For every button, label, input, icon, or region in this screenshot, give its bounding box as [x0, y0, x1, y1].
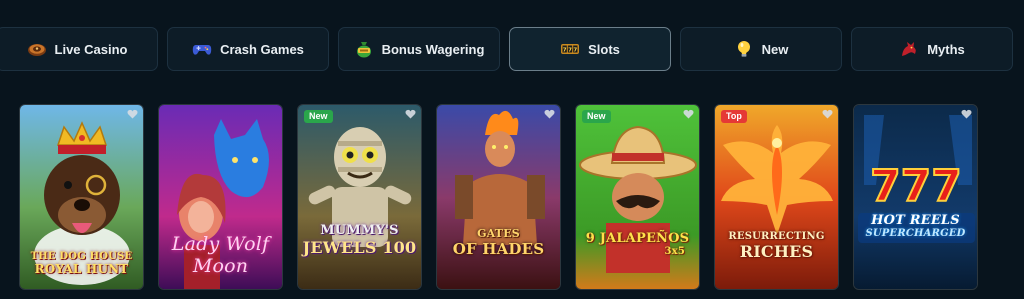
game-title-line1: RESURRECTING: [728, 231, 825, 242]
gamepad-icon: [192, 45, 212, 55]
tab-myths[interactable]: Myths: [851, 27, 1013, 71]
dragon-icon: [902, 42, 916, 56]
game-title: HOT REELS SUPERCHARGED: [854, 213, 977, 239]
game-title-line2: Moon: [192, 255, 249, 277]
tab-label: Slots: [588, 41, 620, 57]
new-badge: New: [582, 110, 611, 123]
game-title: 9 JALAPEÑOS 3x5: [576, 231, 699, 257]
svg-text:7: 7: [563, 47, 567, 53]
game-card-9-jalapenos[interactable]: 9 JALAPEÑOS 3x5 New: [575, 104, 700, 290]
game-title-line1: HOT REELS: [871, 213, 960, 228]
tab-label: New: [761, 41, 789, 57]
game-title: MUMMY'S JEWELS 100: [298, 223, 421, 257]
top-badge: Top: [721, 110, 747, 123]
game-title-line2: OF HADES: [452, 240, 545, 258]
tab-slots[interactable]: 7 7 7 Slots: [509, 27, 671, 71]
lightbulb-icon: [737, 41, 750, 57]
slot-games-row: THE DOG HOUSE ROYAL HUNT Lady Wolf Moon …: [19, 104, 978, 290]
game-title: RESURRECTING RICHES: [715, 231, 838, 261]
game-title-line1: Lady Wolf: [171, 233, 270, 255]
tab-new[interactable]: New: [680, 27, 842, 71]
game-title-line2: RICHES: [739, 242, 814, 261]
game-title-line1: GATES: [477, 227, 520, 240]
favorite-heart-icon[interactable]: [822, 109, 833, 119]
game-thumbnail: [715, 105, 838, 289]
game-title: GATES OF HADES: [437, 227, 560, 258]
tab-label: Myths: [927, 41, 965, 57]
game-thumbnail: [437, 105, 560, 289]
svg-text:777: 777: [870, 161, 962, 212]
tab-label: Live Casino: [54, 41, 128, 57]
tab-label: Bonus Wagering: [381, 41, 485, 57]
game-title-line2: JEWELS 100: [302, 238, 417, 257]
slots-page: Live Casino Crash Games Bonus Wagering 7…: [0, 0, 1024, 299]
tab-crash-games[interactable]: Crash Games: [167, 27, 329, 71]
game-title-line2: 3x5: [664, 246, 685, 257]
game-card-resurrecting-riches[interactable]: RESURRECTING RICHES Top: [714, 104, 839, 290]
game-title-line1: THE DOG HOUSE: [30, 251, 133, 262]
new-badge: New: [304, 110, 333, 123]
game-thumbnail: [576, 105, 699, 289]
game-title-line1: MUMMY'S: [320, 223, 399, 238]
game-title-line2: SUPERCHARGED: [865, 228, 966, 239]
game-card-gates-of-hades[interactable]: GATES OF HADES: [436, 104, 561, 290]
svg-text:7: 7: [574, 47, 578, 53]
svg-text:7: 7: [568, 47, 572, 53]
game-card-lady-wolf-moon[interactable]: Lady Wolf Moon: [158, 104, 283, 290]
favorite-heart-icon[interactable]: [405, 109, 416, 119]
money-bag-icon: [356, 42, 371, 58]
favorite-heart-icon[interactable]: [961, 109, 972, 119]
favorite-heart-icon[interactable]: [683, 109, 694, 119]
game-title: Lady Wolf Moon: [159, 233, 282, 277]
game-card-mummys-jewels-100[interactable]: MUMMY'S JEWELS 100 New: [297, 104, 422, 290]
category-tabs: Live Casino Crash Games Bonus Wagering 7…: [0, 27, 1013, 71]
tab-bonus-wagering[interactable]: Bonus Wagering: [338, 27, 500, 71]
game-title-line1: 9 JALAPEÑOS: [585, 231, 690, 246]
tab-label: Crash Games: [220, 41, 304, 57]
roulette-icon: [27, 44, 46, 56]
game-thumbnail: [298, 105, 421, 289]
game-card-hot-reels-supercharged[interactable]: 777 HOT REELS SUPERCHARGED: [853, 104, 978, 290]
game-thumbnail: 777: [854, 105, 977, 289]
game-card-dog-house-royal-hunt[interactable]: THE DOG HOUSE ROYAL HUNT: [19, 104, 144, 290]
slot-machine-icon: 7 7 7: [561, 44, 580, 54]
game-title: THE DOG HOUSE ROYAL HUNT: [20, 251, 143, 276]
favorite-heart-icon[interactable]: [127, 109, 138, 119]
favorite-heart-icon[interactable]: [544, 109, 555, 119]
tab-live-casino[interactable]: Live Casino: [0, 27, 158, 71]
game-title-line2: ROYAL HUNT: [34, 262, 129, 276]
